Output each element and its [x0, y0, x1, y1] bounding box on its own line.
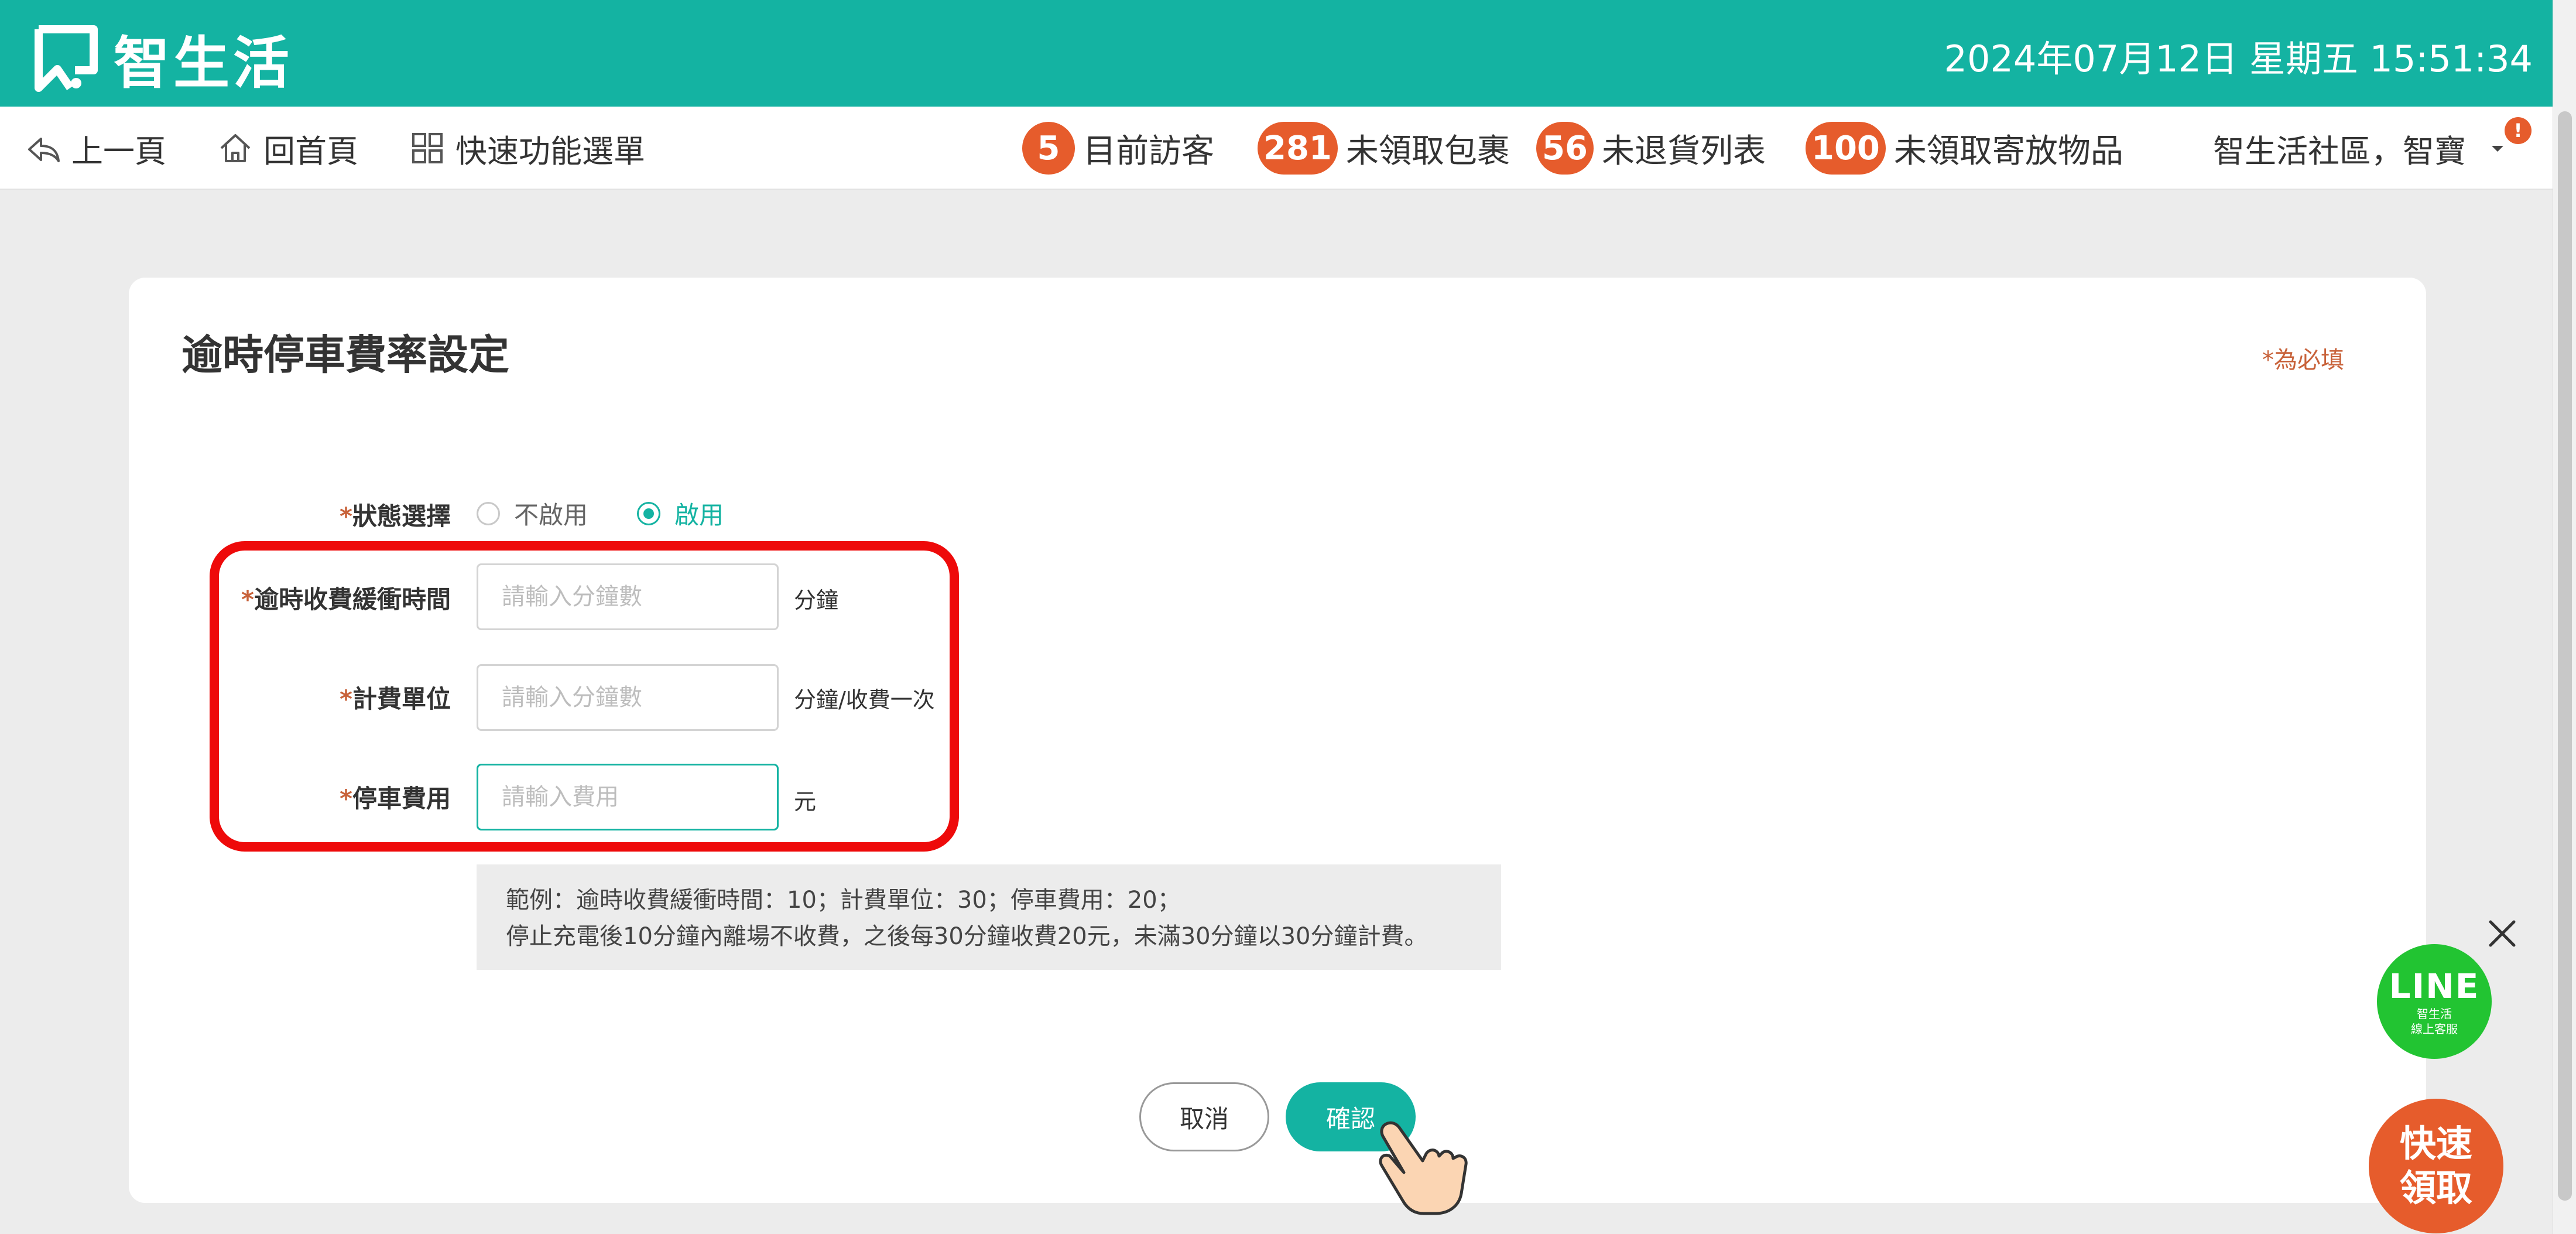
line-logo-text: LINE	[2389, 966, 2480, 1006]
radio-enabled-label: 啟用	[674, 501, 724, 529]
required-note: *為必填	[2262, 347, 2344, 374]
highlight-box	[210, 541, 959, 852]
home-label: 回首頁	[263, 132, 358, 170]
radio-disabled[interactable]	[477, 501, 500, 525]
visitors-count-badge: 5	[1022, 122, 1075, 175]
notification-badge[interactable]: !	[2505, 117, 2532, 144]
example-line-2: 停止充電後10分鐘內離場不收費，之後每30分鐘收費20元，未滿30分鐘以30分鐘…	[506, 923, 1428, 950]
logo-icon	[35, 25, 98, 92]
datetime-display: 2024年07月12日 星期五 15:51:34	[1944, 37, 2533, 80]
nav-bar: 上一頁 回首頁 快速功能選單 5 目前訪客 281 未領取包裹 56 未退貨列表…	[0, 107, 2553, 190]
status-option-disabled[interactable]: 不啟用	[477, 495, 588, 531]
line-support-button[interactable]: LINE 智生活 線上客服	[2377, 944, 2492, 1059]
brand-logo[interactable]: 智生活	[34, 18, 293, 99]
status-label-text: 狀態選擇	[352, 502, 451, 531]
status-option-enabled[interactable]: 啟用	[637, 495, 724, 531]
grid-icon	[412, 133, 443, 163]
parcels-label: 未領取包裹	[1345, 132, 1510, 170]
back-label: 上一頁	[71, 132, 166, 170]
radio-enabled[interactable]	[637, 501, 660, 525]
status-label: *狀態選擇	[234, 497, 451, 532]
returns-count-badge: 56	[1536, 122, 1594, 175]
quick-menu-label: 快速功能選單	[455, 132, 645, 170]
line-sub-1: 智生活	[2417, 1007, 2452, 1021]
scrollbar-thumb[interactable]	[2558, 111, 2572, 1201]
example-line-1: 範例：逾時收費緩衝時間：10；計費單位：30；停車費用：20；	[506, 887, 1181, 914]
user-menu[interactable]: 智生活社區，智寶	[2213, 107, 2506, 190]
brand-name: 智生活	[114, 30, 293, 96]
radio-disabled-label: 不啟用	[514, 501, 588, 529]
stat-deposits[interactable]: 100 未領取寄放物品	[1806, 107, 2123, 190]
stat-visitors[interactable]: 5 目前訪客	[1022, 107, 1214, 190]
user-name: 智生活社區，智寶	[2213, 132, 2466, 170]
quick-menu-link[interactable]: 快速功能選單	[410, 107, 645, 190]
caret-down-icon	[2492, 146, 2503, 152]
stat-parcels[interactable]: 281 未領取包裹	[1258, 107, 1510, 190]
page-scrollbar[interactable]	[2553, 0, 2576, 1234]
stat-returns[interactable]: 56 未退貨列表	[1536, 107, 1766, 190]
line-sub-2: 線上客服	[2411, 1022, 2458, 1036]
visitors-label: 目前訪客	[1083, 132, 1214, 170]
returns-label: 未退貨列表	[1601, 132, 1766, 170]
top-header: 智生活 2024年07月12日 星期五 15:51:34	[0, 0, 2553, 107]
page-title: 逾時停車費率設定	[181, 331, 509, 379]
close-icon[interactable]	[2485, 916, 2520, 951]
home-link[interactable]: 回首頁	[218, 107, 358, 190]
back-arrow-icon	[28, 138, 60, 162]
deposits-label: 未領取寄放物品	[1893, 132, 2123, 170]
back-link[interactable]: 上一頁	[26, 107, 166, 190]
example-box: 範例：逾時收費緩衝時間：10；計費單位：30；停車費用：20； 停止充電後10分…	[477, 864, 1501, 970]
deposits-count-badge: 100	[1806, 122, 1886, 175]
pointer-hand-icon	[1379, 1121, 1468, 1215]
required-star: *	[340, 502, 352, 531]
cancel-button[interactable]: 取消	[1139, 1082, 1269, 1151]
parcels-count-badge: 281	[1258, 122, 1338, 175]
quick-pickup-button[interactable]: 快速領取	[2369, 1099, 2503, 1233]
home-icon	[220, 134, 251, 162]
